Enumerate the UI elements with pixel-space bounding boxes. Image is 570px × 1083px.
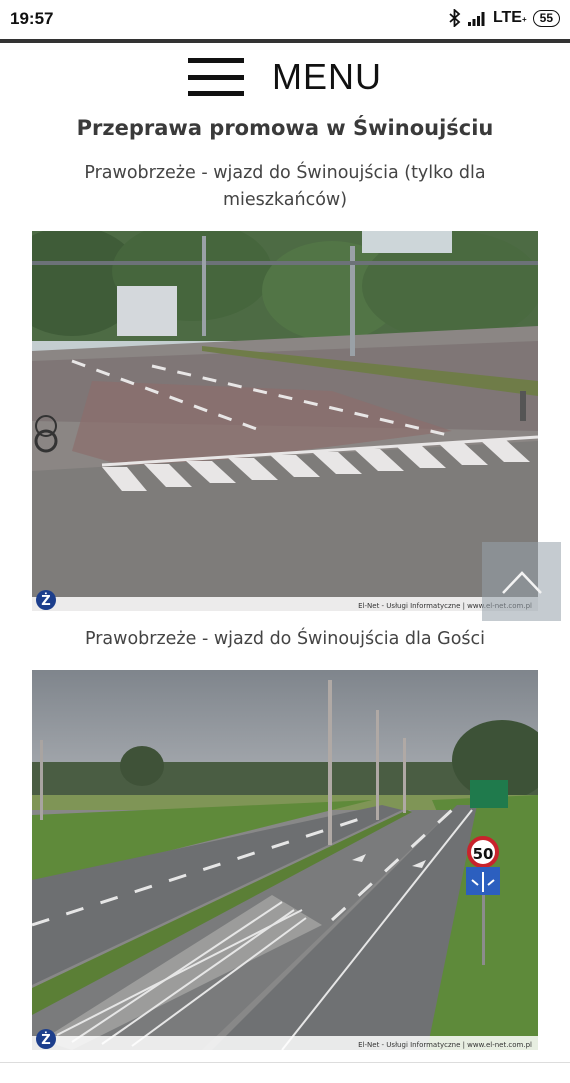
status-time: 19:57 <box>10 9 54 28</box>
camera-image-1[interactable]: El-Net - Usługi Informatyczne | www.el-n… <box>32 231 538 611</box>
header-divider <box>0 39 570 43</box>
scroll-to-top-button[interactable] <box>482 542 561 621</box>
status-bar: 19:57 LTE+ 55 <box>0 0 570 40</box>
page-title: Przeprawa promowa w Świnoujściu <box>76 116 494 140</box>
svg-text:Ż: Ż <box>41 593 50 609</box>
status-icons: LTE+ 55 <box>449 9 560 27</box>
hamburger-icon[interactable] <box>188 58 244 96</box>
svg-text:50: 50 <box>473 845 494 863</box>
svg-text:Ż: Ż <box>41 1032 50 1048</box>
bottom-bar <box>0 1062 570 1083</box>
camera-image-2[interactable]: 50 El-Net - Usługi Informatyczne | www.e… <box>32 670 538 1050</box>
chevron-up-icon <box>501 570 542 594</box>
signal-icon <box>467 11 485 26</box>
camera-caption-1: Prawobrzeże - wjazd do Świnoujścia (tylk… <box>84 163 486 210</box>
camera-footer-2: El-Net - Usługi Informatyczne | www.el-n… <box>358 1041 532 1049</box>
network-type: LTE+ <box>492 9 527 26</box>
battery-icon: 55 <box>532 9 560 27</box>
menu-label[interactable]: MENU <box>272 56 382 98</box>
bluetooth-icon <box>449 9 461 27</box>
camera-caption-2: Prawobrzeże - wjazd do Świnoujścia dla G… <box>84 629 485 649</box>
menu-toggle[interactable]: MENU <box>0 52 570 102</box>
